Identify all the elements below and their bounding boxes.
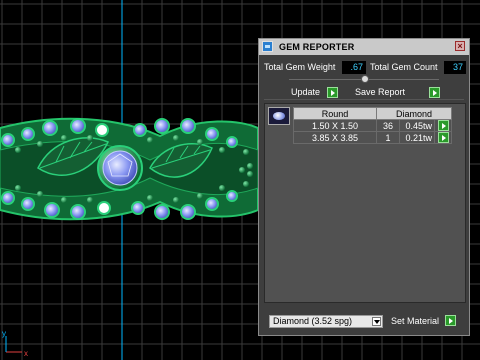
slider-knob-icon[interactable] xyxy=(361,75,369,83)
totals-row: Total Gem Weight .67 Total Gem Count 37 xyxy=(264,61,466,75)
gem-thumbnail-icon xyxy=(268,107,290,125)
gem-size: 1.50 X 1.50 xyxy=(293,119,377,132)
play-icon[interactable] xyxy=(437,120,449,131)
table-header-diamond: Diamond xyxy=(376,107,452,120)
panel-title: GEM REPORTER xyxy=(279,42,355,52)
x-axis-label: x xyxy=(24,349,28,358)
gem-count: 1 xyxy=(376,131,400,144)
play-icon[interactable] xyxy=(429,87,440,98)
total-gem-weight-value: .67 xyxy=(342,61,366,74)
total-gem-count-label: Total Gem Count xyxy=(370,62,438,72)
table-row[interactable]: 1.50 X 1.50 36 0.45tw xyxy=(293,119,452,132)
gem-weight: 0.21tw xyxy=(399,131,435,144)
save-report-control[interactable]: Save Report xyxy=(355,87,440,99)
gem-reporter-icon xyxy=(262,41,273,52)
table-row[interactable]: 3.85 X 3.85 1 0.21tw xyxy=(293,131,452,144)
ring-model[interactable] xyxy=(0,117,259,221)
material-select-value: Diamond (3.52 spg) xyxy=(273,316,353,326)
play-icon[interactable] xyxy=(445,315,456,326)
panel-separator xyxy=(264,99,464,100)
close-icon[interactable]: × xyxy=(455,41,465,51)
gem-reporter-panel: GEM REPORTER × Total Gem Weight .67 Tota… xyxy=(258,38,470,336)
set-material-button-label[interactable]: Set Material xyxy=(391,316,439,326)
gem-list[interactable]: Round Diamond 1.50 X 1.50 36 0.45tw 3.85… xyxy=(264,103,466,303)
update-button-label: Update xyxy=(291,87,321,97)
y-axis-label: y xyxy=(2,329,6,338)
row-action xyxy=(434,131,452,144)
gem-count: 36 xyxy=(376,119,400,132)
gem-size: 3.85 X 3.85 xyxy=(293,131,377,144)
row-action xyxy=(434,119,452,132)
dropdown-arrow-icon[interactable] xyxy=(372,317,381,326)
total-gem-weight-label: Total Gem Weight xyxy=(264,62,336,72)
center-diamond xyxy=(102,150,138,186)
table-header-round: Round xyxy=(293,107,377,120)
update-control[interactable]: Update xyxy=(289,87,343,99)
save-report-button-label: Save Report xyxy=(355,87,406,97)
material-select[interactable]: Diamond (3.52 spg) xyxy=(269,315,383,328)
panel-titlebar[interactable]: GEM REPORTER × xyxy=(259,39,469,55)
gem-table: Round Diamond 1.50 X 1.50 36 0.45tw 3.85… xyxy=(293,107,452,144)
gem-weight: 0.45tw xyxy=(399,119,435,132)
play-icon[interactable] xyxy=(437,132,449,143)
material-row: Diamond (3.52 spg) Set Material xyxy=(259,315,469,328)
play-icon[interactable] xyxy=(327,87,338,98)
total-gem-count-value: 37 xyxy=(444,61,466,74)
